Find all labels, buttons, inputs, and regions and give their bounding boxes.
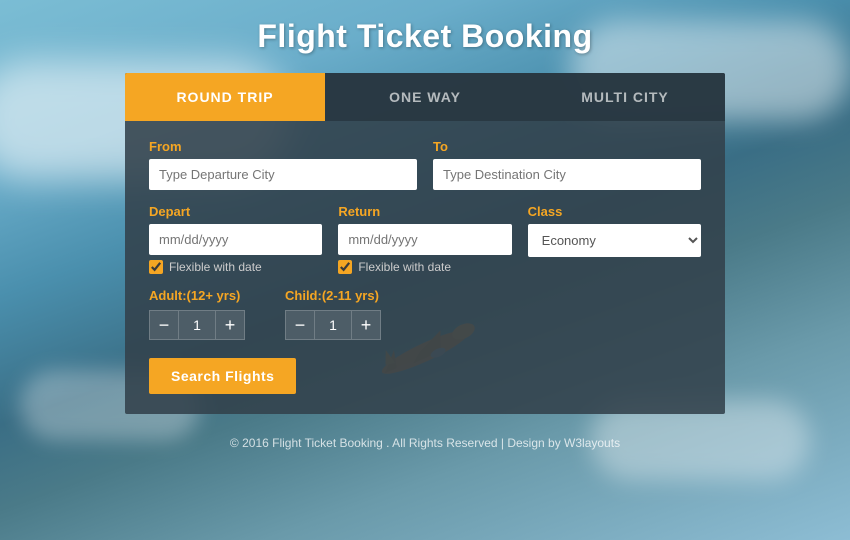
from-label: From xyxy=(149,139,417,154)
from-input[interactable] xyxy=(149,159,417,190)
booking-form: From To Depart Flexible with date xyxy=(125,121,725,414)
return-flexible-row: Flexible with date xyxy=(338,260,511,274)
depart-flexible-label: Flexible with date xyxy=(169,260,262,274)
depart-input[interactable] xyxy=(149,224,322,255)
child-value: 1 xyxy=(315,310,351,340)
passenger-section: Adult:(12+ yrs) − 1 + Child:(2-11 yrs) −… xyxy=(149,288,701,340)
booking-card: ROUND TRIP ONE WAY MULTI CITY From To xyxy=(125,73,725,414)
adult-value: 1 xyxy=(179,310,215,340)
class-group: Class Economy Business First Class xyxy=(528,204,701,274)
adult-increment-button[interactable]: + xyxy=(215,310,245,340)
to-label: To xyxy=(433,139,701,154)
search-flights-button[interactable]: Search Flights xyxy=(149,358,296,394)
tabs-container: ROUND TRIP ONE WAY MULTI CITY xyxy=(125,73,725,121)
child-group: Child:(2-11 yrs) − 1 + xyxy=(285,288,381,340)
adult-decrement-button[interactable]: − xyxy=(149,310,179,340)
tab-round-trip[interactable]: ROUND TRIP xyxy=(125,73,325,121)
adult-counter: − 1 + xyxy=(149,310,245,340)
child-decrement-button[interactable]: − xyxy=(285,310,315,340)
return-flexible-label: Flexible with date xyxy=(358,260,451,274)
to-input[interactable] xyxy=(433,159,701,190)
dates-class-row: Depart Flexible with date Return Flexibl… xyxy=(149,204,701,274)
to-group: To xyxy=(433,139,701,190)
class-select[interactable]: Economy Business First Class xyxy=(528,224,701,257)
adult-label: Adult:(12+ yrs) xyxy=(149,288,245,303)
page-title: Flight Ticket Booking xyxy=(257,18,592,55)
class-label: Class xyxy=(528,204,701,219)
child-increment-button[interactable]: + xyxy=(351,310,381,340)
return-flexible-checkbox[interactable] xyxy=(338,260,352,274)
depart-group: Depart Flexible with date xyxy=(149,204,322,274)
tab-one-way[interactable]: ONE WAY xyxy=(325,73,525,121)
depart-label: Depart xyxy=(149,204,322,219)
return-label: Return xyxy=(338,204,511,219)
child-counter: − 1 + xyxy=(285,310,381,340)
depart-flexible-checkbox[interactable] xyxy=(149,260,163,274)
tab-multi-city[interactable]: MULTI CITY xyxy=(525,73,725,121)
from-to-row: From To xyxy=(149,139,701,190)
depart-flexible-row: Flexible with date xyxy=(149,260,322,274)
return-input[interactable] xyxy=(338,224,511,255)
from-group: From xyxy=(149,139,417,190)
footer-text: © 2016 Flight Ticket Booking . All Right… xyxy=(230,436,620,450)
adult-group: Adult:(12+ yrs) − 1 + xyxy=(149,288,245,340)
child-label: Child:(2-11 yrs) xyxy=(285,288,381,303)
return-group: Return Flexible with date xyxy=(338,204,511,274)
